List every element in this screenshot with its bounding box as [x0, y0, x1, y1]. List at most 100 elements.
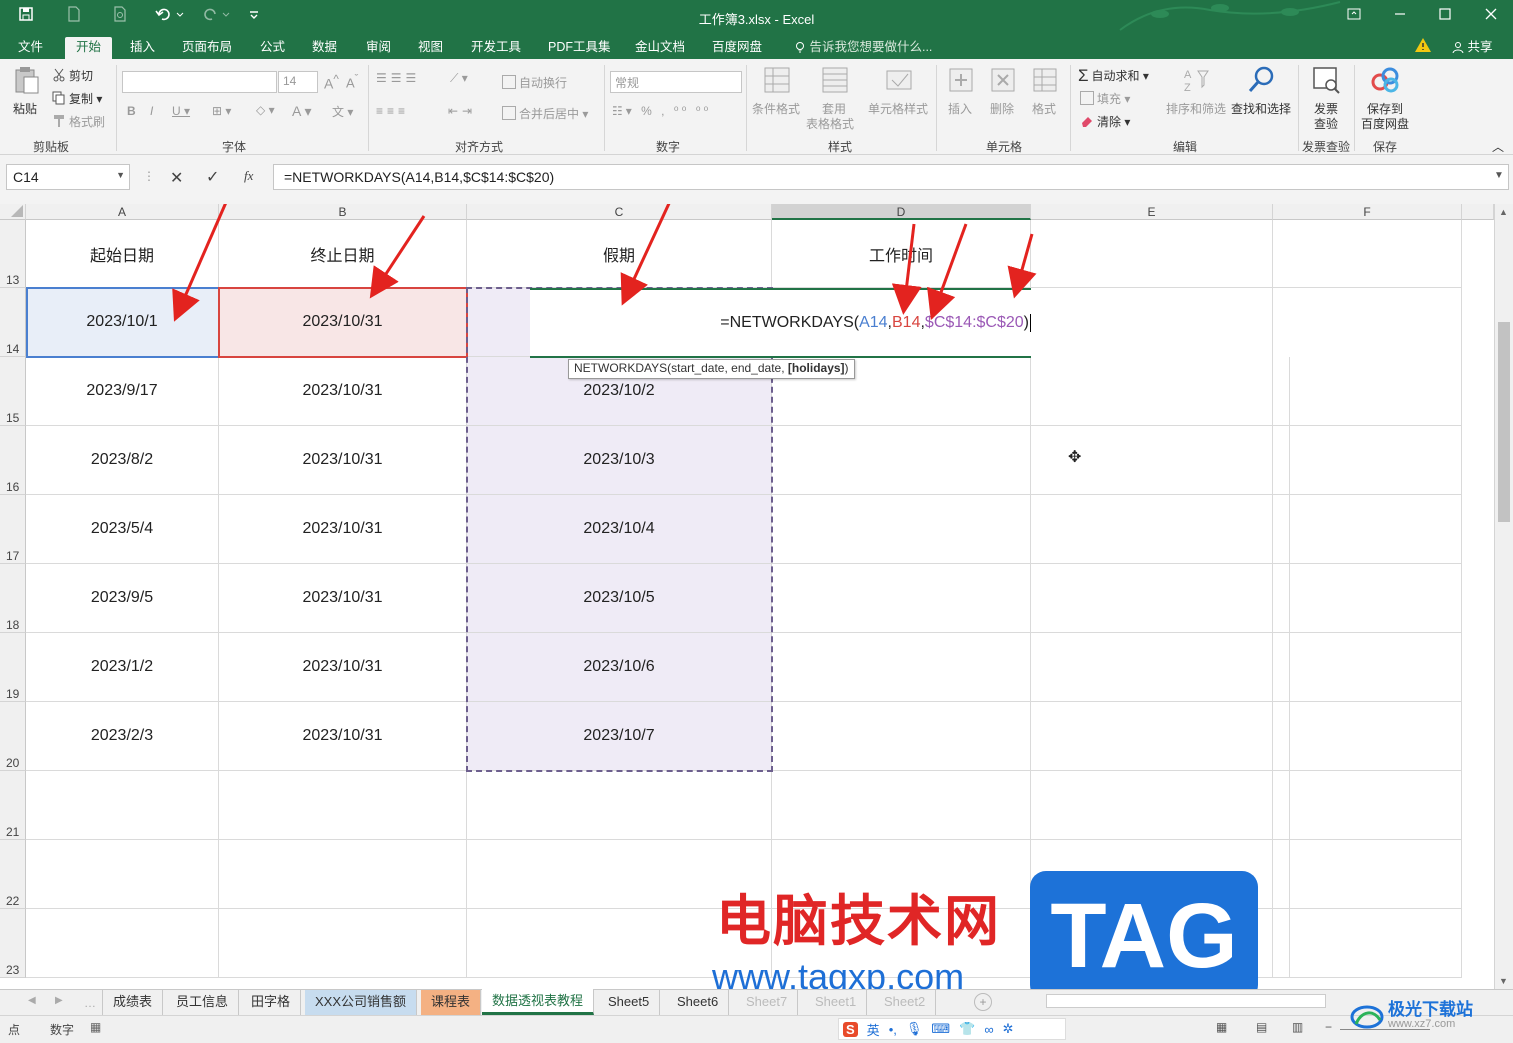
cell-b15[interactable]: 2023/10/31: [219, 357, 467, 426]
tab-formulas[interactable]: 公式: [252, 37, 293, 59]
row-header[interactable]: 13: [0, 220, 26, 288]
copy-button[interactable]: 复制 ▾: [52, 90, 102, 107]
fill-color-button[interactable]: ◇ ▾: [256, 103, 275, 117]
paste-button[interactable]: 粘贴: [13, 100, 37, 117]
sheet-tab[interactable]: Sheet5: [598, 990, 661, 1015]
add-sheet-icon[interactable]: +: [974, 993, 992, 1011]
format-as-table-icon[interactable]: [820, 65, 852, 95]
keyboard-icon[interactable]: ⌨: [931, 1021, 950, 1037]
cell-a18[interactable]: 2023/9/5: [26, 564, 219, 633]
sheet-tab-overflow[interactable]: …: [84, 996, 96, 1010]
column-header-a[interactable]: A: [26, 204, 219, 220]
settings-icon[interactable]: ✲: [1003, 1021, 1014, 1037]
delete-cells-button[interactable]: 删除: [990, 100, 1014, 117]
cell-styles-icon[interactable]: [884, 65, 916, 95]
column-header-b[interactable]: B: [219, 204, 467, 220]
column-header-c[interactable]: C: [467, 204, 772, 220]
zoom-out-icon[interactable]: −: [1325, 1020, 1332, 1034]
orientation-button[interactable]: ⟋ ▾: [450, 71, 468, 86]
scrollbar-thumb[interactable]: [1498, 322, 1510, 522]
cancel-entry-icon[interactable]: ✕: [170, 168, 183, 188]
row-header[interactable]: 21: [0, 771, 26, 840]
tab-review[interactable]: 审阅: [358, 37, 399, 59]
sheet-tab[interactable]: Sheet6: [667, 990, 730, 1015]
page-break-view-icon[interactable]: ▥: [1292, 1020, 1303, 1034]
underline-button[interactable]: U ▾: [172, 104, 190, 118]
name-box[interactable]: C14 ▼: [6, 164, 130, 190]
cut-button[interactable]: 剪切: [52, 67, 93, 84]
tab-page-layout[interactable]: 页面布局: [174, 37, 240, 59]
ime-punct-icon[interactable]: •,: [889, 1022, 897, 1037]
cell-styles-button[interactable]: 单元格样式: [868, 100, 928, 117]
row-header[interactable]: 23: [0, 909, 26, 978]
header-work-days[interactable]: 工作时间: [772, 220, 1031, 288]
row-header[interactable]: 18: [0, 564, 26, 633]
sheet-tab[interactable]: 课程表: [421, 990, 482, 1015]
format-cells-icon[interactable]: [1030, 65, 1062, 95]
cell-a17[interactable]: 2023/5/4: [26, 495, 219, 564]
minimize-icon[interactable]: [1390, 6, 1410, 26]
cell-b16[interactable]: 2023/10/31: [219, 426, 467, 495]
find-select-button[interactable]: 查找和选择: [1231, 100, 1291, 117]
tab-view[interactable]: 视图: [410, 37, 451, 59]
indent-buttons[interactable]: ⇤⇥: [448, 104, 476, 118]
bold-button[interactable]: B: [127, 104, 136, 118]
cell-b18[interactable]: 2023/10/31: [219, 564, 467, 633]
column-header-e[interactable]: E: [1031, 204, 1273, 220]
sheet-tab[interactable]: Sheet7: [736, 990, 799, 1015]
share-button[interactable]: 共享: [1444, 37, 1501, 59]
tell-me-box[interactable]: 告诉我您想要做什么...: [786, 37, 940, 59]
paste-icon[interactable]: [10, 65, 42, 95]
italic-button[interactable]: I: [150, 104, 153, 118]
invoice-check-icon[interactable]: [1311, 65, 1343, 95]
cell-a19[interactable]: 2023/1/2: [26, 633, 219, 702]
column-header-f[interactable]: F: [1273, 204, 1462, 220]
header-holidays[interactable]: 假期: [467, 220, 772, 288]
skin-icon[interactable]: 👕: [959, 1021, 975, 1037]
cell-b20[interactable]: 2023/10/31: [219, 702, 467, 771]
row-header[interactable]: 17: [0, 495, 26, 564]
maximize-icon[interactable]: [1435, 6, 1455, 26]
macro-record-icon[interactable]: ▦: [90, 1020, 101, 1034]
tab-file[interactable]: 文件: [10, 37, 51, 59]
format-cells-button[interactable]: 格式: [1032, 100, 1056, 117]
scroll-down-icon[interactable]: ▼: [1499, 976, 1508, 986]
page-layout-view-icon[interactable]: ▤: [1256, 1020, 1267, 1034]
in-cell-formula-editor[interactable]: =NETWORKDAYS(A14, B14, $C$14:$C$20): [530, 288, 1031, 358]
invoice-label-b[interactable]: 查验: [1314, 115, 1338, 132]
confirm-entry-icon[interactable]: ✓: [206, 167, 219, 187]
cell-a15[interactable]: 2023/9/17: [26, 357, 219, 426]
number-format-combo[interactable]: 常规: [610, 71, 742, 93]
merge-center-button[interactable]: 合并后居中 ▾: [502, 105, 588, 122]
wrap-text-button[interactable]: 自动换行: [502, 74, 567, 91]
insert-cells-icon[interactable]: [946, 65, 978, 95]
phonetic-button[interactable]: 文 ▾: [332, 103, 353, 120]
gamepad-icon[interactable]: ∞: [984, 1022, 993, 1037]
next-sheet-icon[interactable]: ▶: [55, 995, 63, 1006]
insert-function-icon[interactable]: fx: [244, 168, 253, 184]
expand-formula-bar-icon[interactable]: ▼: [1494, 170, 1504, 181]
font-name-combo[interactable]: [122, 71, 277, 93]
row-header[interactable]: 16: [0, 426, 26, 495]
cell-b17[interactable]: 2023/10/31: [219, 495, 467, 564]
prev-sheet-icon[interactable]: ◀: [28, 995, 36, 1006]
vertical-align-buttons[interactable]: ☰☰☰: [376, 71, 420, 85]
grow-font-button[interactable]: A^: [324, 73, 339, 92]
format-as-table-label-b[interactable]: 表格格式: [806, 115, 854, 132]
row-header[interactable]: 19: [0, 633, 26, 702]
clear-button[interactable]: 清除 ▾: [1080, 113, 1130, 130]
horizontal-scrollbar[interactable]: [1046, 994, 1326, 1008]
cell-a20[interactable]: 2023/2/3: [26, 702, 219, 771]
normal-view-icon[interactable]: ▦: [1216, 1020, 1227, 1034]
sheet-tab[interactable]: Sheet2: [874, 990, 937, 1015]
row-header[interactable]: 15: [0, 357, 26, 426]
close-icon[interactable]: [1481, 6, 1501, 26]
cell-b19[interactable]: 2023/10/31: [219, 633, 467, 702]
sort-filter-icon[interactable]: AZ: [1180, 65, 1212, 95]
fill-button[interactable]: 填充 ▾: [1080, 90, 1130, 107]
tab-pdf-tools[interactable]: PDF工具集: [540, 37, 619, 59]
baidu-cloud-icon[interactable]: [1369, 65, 1401, 95]
row-header[interactable]: 20: [0, 702, 26, 771]
column-header-d[interactable]: D: [772, 204, 1031, 220]
sheet-tab[interactable]: Sheet1: [805, 990, 868, 1015]
